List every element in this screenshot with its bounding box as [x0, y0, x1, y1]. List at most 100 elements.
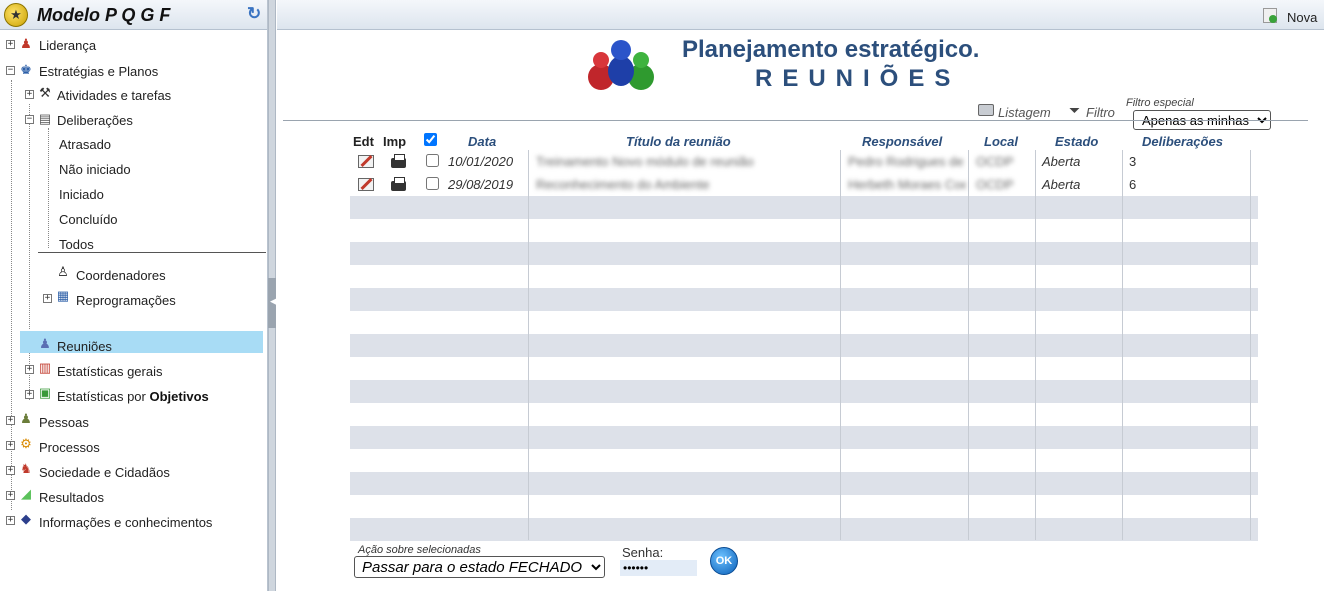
sidebar-item-pessoas[interactable]: Pessoas	[39, 415, 89, 430]
filtro-link[interactable]: Filtro	[1086, 105, 1115, 120]
funnel-icon[interactable]: ⏷	[1069, 102, 1080, 119]
expand-estatisticas-gerais-icon[interactable]: +	[25, 365, 34, 374]
row-responsavel: Herbeth Moraes Coe	[848, 177, 966, 192]
sidebar-item-estrategias[interactable]: Estratégias e Planos	[39, 64, 158, 79]
sidebar-item-todos[interactable]: Todos	[59, 237, 94, 252]
tools-icon: ⚒	[39, 85, 51, 100]
header-local[interactable]: Local	[984, 134, 1018, 149]
row-titulo[interactable]: Reconhecimento do Ambiente	[536, 177, 709, 192]
sidebar-item-reprogramacoes[interactable]: Reprogramações	[76, 293, 176, 308]
calendar-icon: ▦	[56, 288, 70, 303]
print-icon[interactable]	[391, 177, 406, 191]
table-column-divider	[840, 150, 841, 540]
senha-label: Senha:	[622, 545, 664, 560]
table-column-divider	[528, 150, 529, 540]
row-estado: Aberta	[1042, 154, 1081, 169]
sidebar: ★ Modelo P Q G F ↻ + ♟ Liderança − ♚ Est…	[0, 0, 268, 591]
header-edt: Edt	[353, 134, 374, 149]
estrategias-icon: ♚	[20, 62, 32, 77]
acao-select[interactable]: Passar para o estado FECHADO	[354, 556, 605, 578]
table-column-divider	[1035, 150, 1036, 540]
senha-input[interactable]	[620, 560, 697, 576]
table-column-divider	[1250, 150, 1251, 540]
sidebar-item-resultados[interactable]: Resultados	[39, 490, 104, 505]
target-chart-icon: ▣	[38, 385, 52, 400]
row-checkbox[interactable]	[426, 154, 439, 167]
sidebar-item-estatisticas-objetivos[interactable]: Estatísticas por Objetivos	[57, 389, 209, 404]
edit-icon[interactable]	[358, 155, 374, 168]
book-icon: ◆	[21, 511, 31, 526]
collapse-estrategias-icon[interactable]: −	[6, 66, 15, 75]
header-imp: Imp	[383, 134, 407, 149]
expand-estatisticas-objetivos-icon[interactable]: +	[25, 390, 34, 399]
edit-icon[interactable]	[358, 178, 374, 191]
expand-resultados-icon[interactable]: +	[6, 491, 15, 500]
model-title: Modelo P Q G F	[37, 5, 171, 25]
tree-guide	[48, 128, 49, 248]
tree-guide	[29, 104, 30, 329]
row-data: 10/01/2020	[448, 154, 514, 169]
sidebar-item-reunioes[interactable]: Reuniões	[57, 339, 112, 354]
filtro-especial-label: Filtro especial	[1126, 97, 1194, 109]
header-data[interactable]: Data	[468, 134, 496, 149]
meeting-people-icon	[588, 40, 654, 90]
row-titulo[interactable]: Treinamento Novo módulo de reunião	[536, 154, 754, 169]
page-subtitle: REUNIÕES	[755, 65, 961, 92]
row-deliberacoes: 3	[1129, 154, 1137, 169]
row-local: OCDP	[976, 177, 1014, 192]
expand-sociedade-icon[interactable]: +	[6, 466, 15, 475]
submenu-separator	[38, 252, 266, 253]
sidebar-item-sociedade[interactable]: Sociedade e Cidadãos	[39, 465, 170, 480]
sidebar-header: ★ Modelo P Q G F ↻	[0, 0, 267, 30]
expand-pessoas-icon[interactable]: +	[6, 416, 15, 425]
sidebar-item-deliberacoes[interactable]: Deliberações	[57, 113, 133, 128]
society-icon: ♞	[20, 461, 32, 476]
lideranca-icon: ♟	[20, 36, 32, 51]
gear-icon: ⚙	[20, 436, 32, 451]
content-header	[277, 0, 1324, 30]
meeting-icon: ♟	[39, 336, 51, 351]
toolbar-divider	[283, 120, 1308, 121]
new-document-icon[interactable]	[1263, 8, 1277, 23]
row-deliberacoes: 6	[1129, 177, 1137, 192]
expand-lideranca-icon[interactable]: +	[6, 40, 15, 49]
header-responsavel[interactable]: Responsável	[862, 134, 942, 149]
bar-chart-icon: ▥	[38, 360, 52, 375]
table-column-divider	[968, 150, 969, 540]
acao-label: Ação sobre selecionadas	[358, 544, 481, 556]
sidebar-item-concluido[interactable]: Concluído	[59, 212, 118, 227]
sidebar-item-atividades[interactable]: Atividades e tarefas	[57, 88, 171, 103]
sidebar-item-iniciado[interactable]: Iniciado	[59, 187, 104, 202]
printer-icon[interactable]	[978, 104, 994, 116]
row-local: OCDP	[976, 154, 1014, 169]
expand-informacoes-icon[interactable]: +	[6, 516, 15, 525]
nova-button[interactable]: Nova	[1287, 10, 1317, 25]
header-estado[interactable]: Estado	[1055, 134, 1098, 149]
user-icon: ♙	[57, 264, 69, 279]
sidebar-item-atrasado[interactable]: Atrasado	[59, 137, 111, 152]
sidebar-item-informacoes[interactable]: Informações e conhecimentos	[39, 515, 212, 530]
refresh-icon[interactable]: ↻	[247, 4, 261, 24]
collapse-deliberacoes-icon[interactable]: −	[25, 115, 34, 124]
listagem-link[interactable]: Listagem	[998, 105, 1051, 120]
expand-processos-icon[interactable]: +	[6, 441, 15, 450]
row-responsavel: Pedro Rodrigues de	[848, 154, 964, 169]
header-titulo[interactable]: Título da reunião	[626, 134, 731, 149]
sidebar-item-processos[interactable]: Processos	[39, 440, 100, 455]
sidebar-item-lideranca[interactable]: Liderança	[39, 38, 96, 53]
header-deliberacoes[interactable]: Deliberações	[1142, 134, 1223, 149]
print-icon[interactable]	[391, 154, 406, 168]
people-icon: ♟	[20, 411, 32, 426]
collapse-arrow-icon[interactable]: ◀	[270, 296, 277, 307]
sidebar-item-coordenadores[interactable]: Coordenadores	[76, 268, 166, 283]
select-all-checkbox[interactable]	[424, 133, 437, 146]
expand-atividades-icon[interactable]: +	[25, 90, 34, 99]
row-checkbox[interactable]	[426, 177, 439, 190]
sidebar-item-estatisticas-gerais[interactable]: Estatísticas gerais	[57, 364, 163, 379]
expand-reprogramacoes-icon[interactable]: +	[43, 294, 52, 303]
row-estado: Aberta	[1042, 177, 1081, 192]
sidebar-item-nao-iniciado[interactable]: Não iniciado	[59, 162, 131, 177]
ok-button[interactable]: OK	[710, 547, 738, 575]
page-title: Planejamento estratégico.	[682, 36, 980, 63]
results-icon: ◢	[21, 486, 31, 501]
